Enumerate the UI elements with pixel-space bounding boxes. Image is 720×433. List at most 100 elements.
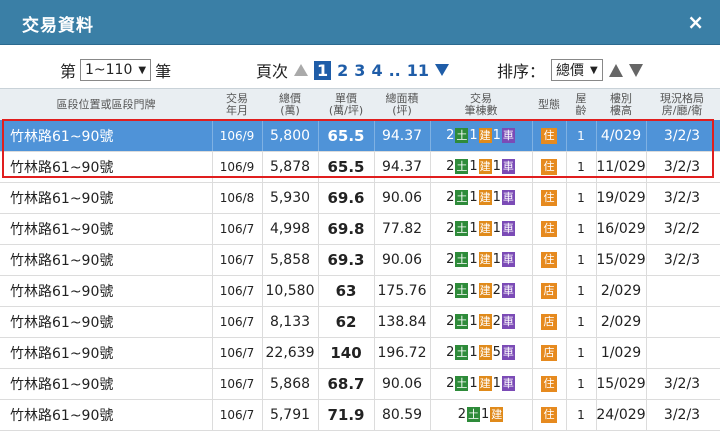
cell-date: 106/7: [219, 314, 255, 329]
cell-area: 80.59: [381, 406, 423, 423]
cell-area: 90.06: [381, 189, 423, 206]
range-select-value: 1~110: [85, 62, 133, 78]
cell-area: 90.06: [381, 251, 423, 268]
land-badge-icon: 土: [455, 345, 469, 360]
header-unit-price[interactable]: 單價 (萬/坪): [318, 89, 374, 121]
header-count[interactable]: 交易 筆棟數: [430, 89, 532, 121]
table-row[interactable]: 竹林路61~90號 106/7 5,868 68.7 90.06 2 土 1 建 1 車住 1 15/0…: [0, 368, 720, 400]
header-total[interactable]: 總價 (萬): [262, 89, 318, 121]
land-count: 2: [446, 376, 455, 391]
header-date[interactable]: 交易 年月: [212, 89, 262, 121]
cell-unit: 69.6: [327, 188, 365, 207]
cell-layout: 3/2/3: [663, 189, 701, 206]
bld-badge-icon: 建: [478, 376, 492, 391]
bld-count: 1: [481, 407, 490, 422]
cell-layout: 3/2/3: [663, 406, 701, 423]
header-area-line2: (坪): [392, 104, 412, 117]
sort-select[interactable]: 總價 ▼: [551, 59, 603, 81]
car-badge-icon: 車: [501, 190, 515, 205]
cell-floor: 24/029: [596, 406, 646, 423]
page-current[interactable]: 1: [314, 60, 332, 80]
table-row[interactable]: 竹林路61~90號 106/7 8,133 62 138.84 2 土 1 建 2 車店 1 2/029: [0, 306, 720, 338]
sort-select-value: 總價: [556, 63, 585, 79]
table-row[interactable]: 竹林路61~90號 106/7 5,858 69.3 90.06 2 土 1 建 1 車住 1 15/0…: [0, 244, 720, 276]
sort-ascending-icon[interactable]: [608, 63, 623, 77]
cell-age: 1: [577, 376, 585, 391]
header-layout[interactable]: 現況格局 房/廳/衛: [646, 89, 718, 121]
cell-total: 5,868: [269, 375, 311, 392]
cell-floor: 15/029: [596, 251, 646, 268]
header-address[interactable]: 區段位置或區段門牌: [0, 89, 212, 121]
pagination: 頁次 1 2 3 4 .. 11: [256, 58, 449, 82]
cell-layout: 3/2/3: [663, 251, 701, 268]
cell-floor: 2/029: [600, 313, 642, 330]
cell-count: 2土1建: [430, 399, 532, 430]
cell-total: 5,791: [269, 406, 311, 423]
table-row[interactable]: 竹林路61~90號 106/7 4,998 69.8 77.82 2 土 1 建 1 車住 1 16/0…: [0, 213, 720, 245]
table-row[interactable]: 竹林路61~90號 106/7 5,791 71.9 80.59 2 土 1 建住 1 24/029…: [0, 399, 720, 431]
page-link-last[interactable]: 11: [407, 61, 429, 80]
header-age-line2: 齡: [575, 104, 587, 117]
car-badge-icon: 車: [501, 221, 515, 236]
cell-addr: 竹林路61~90號: [10, 345, 114, 362]
car-badge-icon: 車: [501, 283, 515, 298]
cell-type: 住: [532, 182, 566, 213]
table-row[interactable]: 竹林路61~90號 106/8 5,930 69.6 90.06 2 土 1 建 1 車住 1 19/0…: [0, 182, 720, 214]
cell-date: 106/7: [219, 407, 255, 422]
type-tag-icon: 店: [541, 313, 557, 330]
page-label: 頁次: [256, 62, 289, 81]
window-titlebar: 交易資料 ×: [0, 0, 720, 45]
header-date-line2: 年月: [226, 104, 248, 117]
land-badge-icon: 土: [467, 407, 480, 422]
header-area[interactable]: 總面積 (坪): [374, 89, 430, 121]
page-link[interactable]: 2: [337, 61, 348, 80]
close-icon[interactable]: ×: [687, 10, 704, 34]
bld-count: 1: [469, 221, 478, 236]
type-tag-icon: 住: [541, 406, 557, 423]
bld-badge-icon: 建: [478, 252, 492, 267]
range-select[interactable]: 1~110 ▼: [80, 59, 152, 81]
next-page-icon[interactable]: [435, 64, 449, 76]
land-badge-icon: 土: [455, 252, 469, 267]
sort-label: 排序：: [497, 62, 546, 81]
cell-unit: 71.9: [327, 405, 365, 424]
car-badge-icon: 車: [501, 345, 515, 360]
cell-layout: [646, 337, 718, 368]
cell-floor: 15/029: [596, 375, 646, 392]
cell-area: 175.76: [377, 282, 427, 299]
cell-addr: 竹林路61~90號: [10, 314, 114, 331]
cell-addr: 竹林路61~90號: [10, 221, 114, 238]
cell-total: 5,930: [269, 189, 311, 206]
cell-count: 2土1建2車: [430, 275, 532, 306]
header-total-line2: (萬): [280, 104, 300, 117]
cell-total: 8,133: [269, 313, 311, 330]
table-row[interactable]: 竹林路61~90號 106/7 10,580 63 175.76 2 土 1 建 2 車店 1 2/02…: [0, 275, 720, 307]
header-type[interactable]: 型態: [532, 89, 566, 121]
cell-area: 196.72: [377, 344, 427, 361]
chevron-down-icon: ▼: [138, 64, 147, 76]
cell-area: 90.06: [381, 375, 423, 392]
page-link[interactable]: 3: [354, 61, 365, 80]
car-count: 1: [492, 221, 501, 236]
bld-count: 1: [469, 345, 478, 360]
cell-total: 5,858: [269, 251, 311, 268]
land-count: 2: [446, 283, 455, 298]
prev-page-icon[interactable]: [294, 64, 309, 76]
cell-floor: 1/029: [600, 344, 642, 361]
sort-descending-icon[interactable]: [628, 63, 643, 77]
bld-count: 1: [469, 283, 478, 298]
cell-floor: 19/029: [596, 189, 646, 206]
page-link[interactable]: 4: [371, 61, 382, 80]
cell-count: 2土1建1車: [430, 244, 532, 275]
cell-age: 1: [577, 190, 585, 205]
cell-type: 店: [532, 275, 566, 306]
range-prefix: 第: [60, 62, 77, 81]
car-count: 1: [492, 252, 501, 267]
car-badge-icon: 車: [501, 376, 515, 391]
header-age[interactable]: 屋齡: [566, 89, 596, 121]
type-tag-icon: 住: [541, 220, 557, 237]
cell-layout: 3/2/3: [663, 375, 701, 392]
header-floor[interactable]: 樓別 樓高: [596, 89, 646, 121]
table-row[interactable]: 竹林路61~90號 106/7 22,639 140 196.72 2 土 1 建 5 車店 1 1/0…: [0, 337, 720, 369]
type-tag-icon: 住: [541, 251, 557, 268]
